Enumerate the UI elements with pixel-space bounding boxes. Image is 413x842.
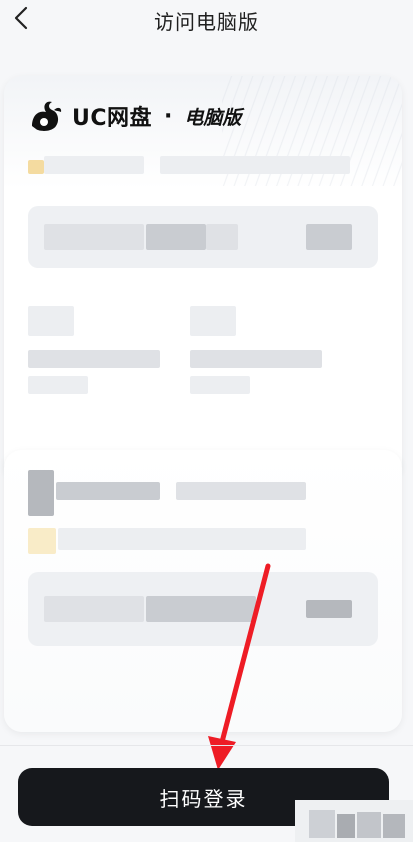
blurred-text xyxy=(44,156,144,174)
brand-row: UC网盘 · 电脑版 xyxy=(26,96,241,136)
blurred-text xyxy=(56,482,160,500)
blurred-text xyxy=(146,596,256,622)
blurred-text xyxy=(28,306,74,336)
page: 访问电脑版 UC网盘 · 电脑版 扫码登录 xyxy=(0,0,413,842)
blurred-text xyxy=(28,376,88,394)
back-button[interactable] xyxy=(6,2,36,34)
blurred-text xyxy=(306,224,352,250)
uc-squirrel-logo-icon xyxy=(32,101,62,131)
top-bar: 访问电脑版 xyxy=(0,0,413,40)
page-title: 访问电脑版 xyxy=(154,9,259,34)
brand-separator: · xyxy=(164,103,173,129)
blurred-tag xyxy=(28,160,44,174)
preview-card-main xyxy=(4,76,402,480)
bottom-divider xyxy=(0,745,413,746)
blurred-text xyxy=(44,596,144,622)
blurred-text xyxy=(58,528,306,550)
blurred-text xyxy=(146,224,206,250)
blurred-text xyxy=(190,306,236,336)
desktop-preview-illustration: UC网盘 · 电脑版 xyxy=(0,50,413,750)
brand-suffix: 电脑版 xyxy=(184,106,242,129)
blurred-tag xyxy=(28,528,56,554)
blurred-text xyxy=(160,156,350,174)
scan-login-label: 扫码登录 xyxy=(159,786,248,811)
blurred-text xyxy=(190,350,322,368)
blurred-text xyxy=(306,600,352,618)
blurred-text xyxy=(176,482,306,500)
corner-blur xyxy=(295,800,413,842)
blurred-text xyxy=(44,224,144,250)
blurred-text xyxy=(28,470,54,516)
blurred-text xyxy=(190,376,250,394)
chevron-left-icon xyxy=(14,6,28,30)
brand-name: UC网盘 xyxy=(72,106,153,131)
blurred-text xyxy=(28,350,160,368)
blurred-text xyxy=(206,224,238,250)
